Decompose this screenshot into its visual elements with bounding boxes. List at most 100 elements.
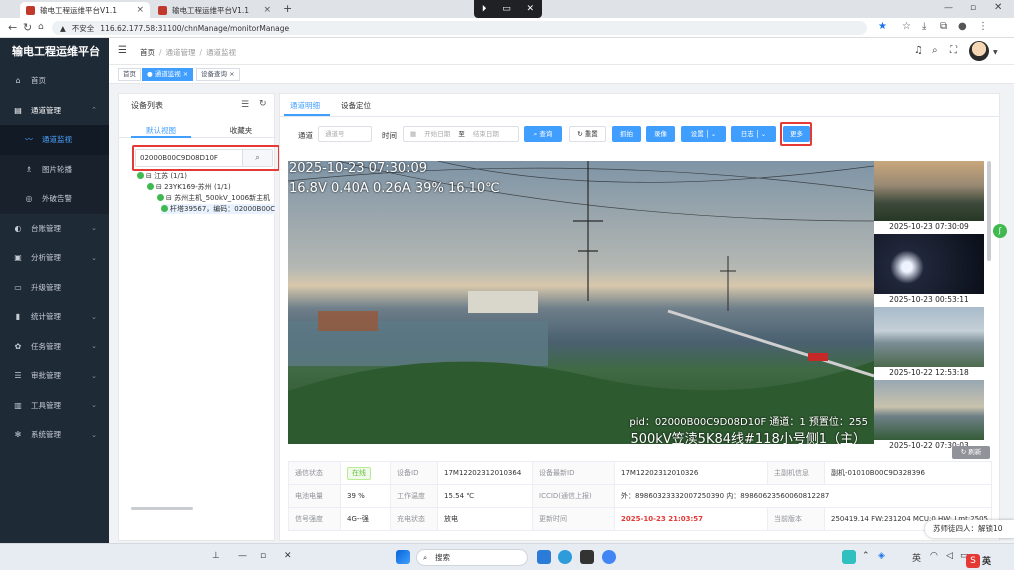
camera-snapshot[interactable]: 2025-10-23 07:30:09 16.8V 0.40A 0.26A 39… — [288, 161, 874, 444]
back-icon[interactable]: ← — [8, 21, 17, 34]
download-icon[interactable]: ⤓ — [922, 21, 926, 32]
taskbar-search-input[interactable]: ⌕ 搜索 — [416, 549, 528, 566]
app-title: 输电工程运维平台 — [12, 45, 100, 58]
menu-external-alarm[interactable]: ◎ 外破告警 — [0, 184, 109, 214]
log-dropdown-button[interactable]: 日志 ⌄ — [731, 126, 776, 142]
chevron-down-icon[interactable]: ▼ — [993, 49, 998, 56]
reset-button[interactable]: ↻ 重置 — [569, 126, 606, 142]
tab-device-location[interactable]: 设备定位 — [341, 100, 371, 111]
minimize-icon[interactable]: — — [238, 551, 247, 561]
tab-channel-detail[interactable]: 通道明细 — [290, 100, 320, 111]
channel-select[interactable]: 通道号 — [318, 126, 372, 142]
bookmark-star-icon[interactable]: ★ — [878, 21, 887, 32]
screen-icon[interactable]: ▭ — [502, 4, 511, 14]
breadcrumb-home[interactable]: 首页 — [140, 48, 155, 57]
tree-node-host[interactable]: ⊟ 苏州主机_500kV_1006新主机 — [157, 193, 275, 203]
tab-favorites[interactable]: 收藏夹 — [206, 125, 276, 136]
close-tab-icon[interactable]: × — [136, 5, 144, 15]
date-range-picker[interactable]: ▦ 开始日期 至 结束日期 — [403, 126, 519, 142]
menu-channel-manage[interactable]: ▤ 通道管理 ⌃ — [0, 96, 109, 126]
table-value: 17M12202312010326 — [614, 461, 768, 485]
menu-image-carousel[interactable]: ♗ 图片轮播 — [0, 154, 109, 184]
refresh-button[interactable]: ↻ 刷新 — [952, 446, 990, 459]
menu-task[interactable]: ✿ 任务管理 ⌄ — [0, 332, 109, 362]
terminal-icon[interactable] — [580, 550, 594, 564]
hamburger-icon[interactable]: ☰ — [118, 45, 127, 56]
task-view-icon[interactable] — [537, 550, 551, 564]
tree-node-suzhou[interactable]: ⊟ 23YK169-苏州 (1/1) — [147, 182, 231, 192]
thumbnail-4[interactable]: 2025-10-22 07:30:03 — [874, 380, 984, 452]
refresh-icon[interactable]: ↻ — [259, 99, 267, 109]
pin-icon[interactable]: ⊥ — [212, 551, 220, 561]
thumbnail-1[interactable]: 2025-10-23 07:30:09 — [874, 161, 984, 233]
url-input[interactable]: ▲ 不安全 116.62.177.58:31100/chnManage/moni… — [52, 21, 867, 35]
ime-mode-label[interactable]: 英 — [982, 554, 991, 567]
notification-banner[interactable]: 苏师徒四人：解锁10 — [925, 520, 1014, 538]
avatar[interactable] — [969, 41, 989, 61]
close-tab-icon[interactable]: × — [263, 5, 271, 15]
thumbnail-scrollbar[interactable] — [987, 161, 991, 261]
list-icon[interactable]: ☰ — [241, 100, 249, 110]
table-value: 外：89860323332007250390 内：898606235600608… — [614, 484, 992, 508]
profile-icon[interactable]: ● — [958, 21, 967, 32]
start-date-input[interactable]: 开始日期 — [424, 130, 450, 138]
menu-approval[interactable]: ☰ 审批管理 ⌄ — [0, 361, 109, 391]
thumbnail-2[interactable]: 2025-10-23 00:53:11 — [874, 234, 984, 306]
bell-icon[interactable]: ♫ — [914, 45, 923, 56]
wifi-icon[interactable]: ◠ — [930, 551, 938, 561]
tag-device-query[interactable]: 设备查询 × — [196, 68, 240, 81]
favorites-icon[interactable]: ☆ — [902, 21, 911, 32]
thumbnail-3[interactable]: 2025-10-22 12:53:18 — [874, 307, 984, 379]
tag-channel-monitor[interactable]: ● 通道监视 × — [142, 68, 194, 81]
home-icon[interactable]: ⌂ — [38, 22, 44, 32]
minimize-icon[interactable]: — — [944, 3, 953, 13]
horizontal-scrollbar[interactable] — [131, 507, 193, 510]
edge-browser-icon[interactable] — [558, 550, 572, 564]
search-icon[interactable]: ⌕ — [932, 45, 938, 56]
extension-icon[interactable]: ⧉ — [940, 21, 947, 32]
maximize-icon[interactable]: ▫ — [970, 3, 976, 13]
menu-dots-icon[interactable]: ⋮ — [978, 21, 988, 32]
tree-node-tower[interactable]: 杆塔39567，编码：02000B00C9D08D10F — [161, 204, 275, 214]
search-icon: ⌕ — [423, 553, 428, 562]
restore-icon[interactable]: ▫ — [260, 551, 266, 561]
menu-upgrade[interactable]: ▭ 升级管理 — [0, 273, 109, 303]
browser-tab-1[interactable]: 输电工程运维平台V1.1 × — [20, 2, 150, 18]
record-button[interactable]: 录像 — [646, 126, 675, 142]
capture-button[interactable]: 抓拍 — [612, 126, 641, 142]
menu-ledger[interactable]: ◐ 台账管理 ⌄ — [0, 214, 109, 244]
menu-system[interactable]: ✻ 系统管理 ⌄ — [0, 420, 109, 450]
stop-icon[interactable]: ✕ — [527, 4, 535, 14]
tag-home[interactable]: 首页 — [118, 68, 141, 81]
ime-indicator[interactable]: 英 — [912, 551, 921, 564]
close-window-icon[interactable]: ✕ — [994, 2, 1002, 13]
menu-home[interactable]: ⌂ 首页 — [0, 66, 109, 96]
sogou-ime-icon[interactable]: S — [966, 554, 980, 568]
menu-channel-monitor[interactable]: 〰通道监视 — [0, 125, 109, 155]
tree-node-jiangsu[interactable]: ⊟ 江苏 (1/1) — [137, 171, 187, 181]
table-row: 电池电量 39 % 工作温度 15.54 ℃ ICCID(通信上报) 外：898… — [288, 484, 992, 508]
table-value: 在线 — [340, 461, 391, 485]
menu-tools[interactable]: ▥ 工具管理 ⌄ — [0, 391, 109, 421]
windows-start-icon[interactable] — [396, 550, 410, 564]
floating-assistant-icon[interactable]: ʃ — [993, 224, 1007, 238]
camera-name-line: 500kV笠渎5K84线#118小号侧1（主） — [630, 432, 866, 444]
app-tray-icon[interactable] — [842, 550, 856, 564]
menu-analysis[interactable]: ▣ 分析管理 ⌄ — [0, 243, 109, 273]
breadcrumb-channel-monitor: 通道监视 — [206, 48, 237, 57]
play-icon[interactable]: ⏵ — [482, 4, 487, 14]
new-tab-button[interactable]: + — [283, 2, 292, 15]
settings-dropdown-button[interactable]: 设置 ⌄ — [681, 126, 726, 142]
chrome-browser-icon[interactable] — [602, 550, 616, 564]
fullscreen-icon[interactable]: ⛶ — [950, 45, 957, 56]
query-button[interactable]: ⌕ 查询 — [524, 126, 562, 142]
chevron-up-icon[interactable]: ⌃ — [862, 551, 870, 561]
tab-default-view[interactable]: 默认视图 — [126, 125, 196, 136]
browser-tab-2[interactable]: 输电工程运维平台V1.1 × — [152, 2, 277, 18]
volume-icon[interactable]: ◁ — [946, 551, 953, 561]
reload-icon[interactable]: ↻ — [23, 21, 32, 34]
shield-icon[interactable]: ◈ — [878, 551, 885, 561]
end-date-input[interactable]: 结束日期 — [473, 130, 499, 138]
close-icon[interactable]: ✕ — [284, 551, 292, 561]
menu-statistics[interactable]: ▮ 统计管理 ⌄ — [0, 302, 109, 332]
